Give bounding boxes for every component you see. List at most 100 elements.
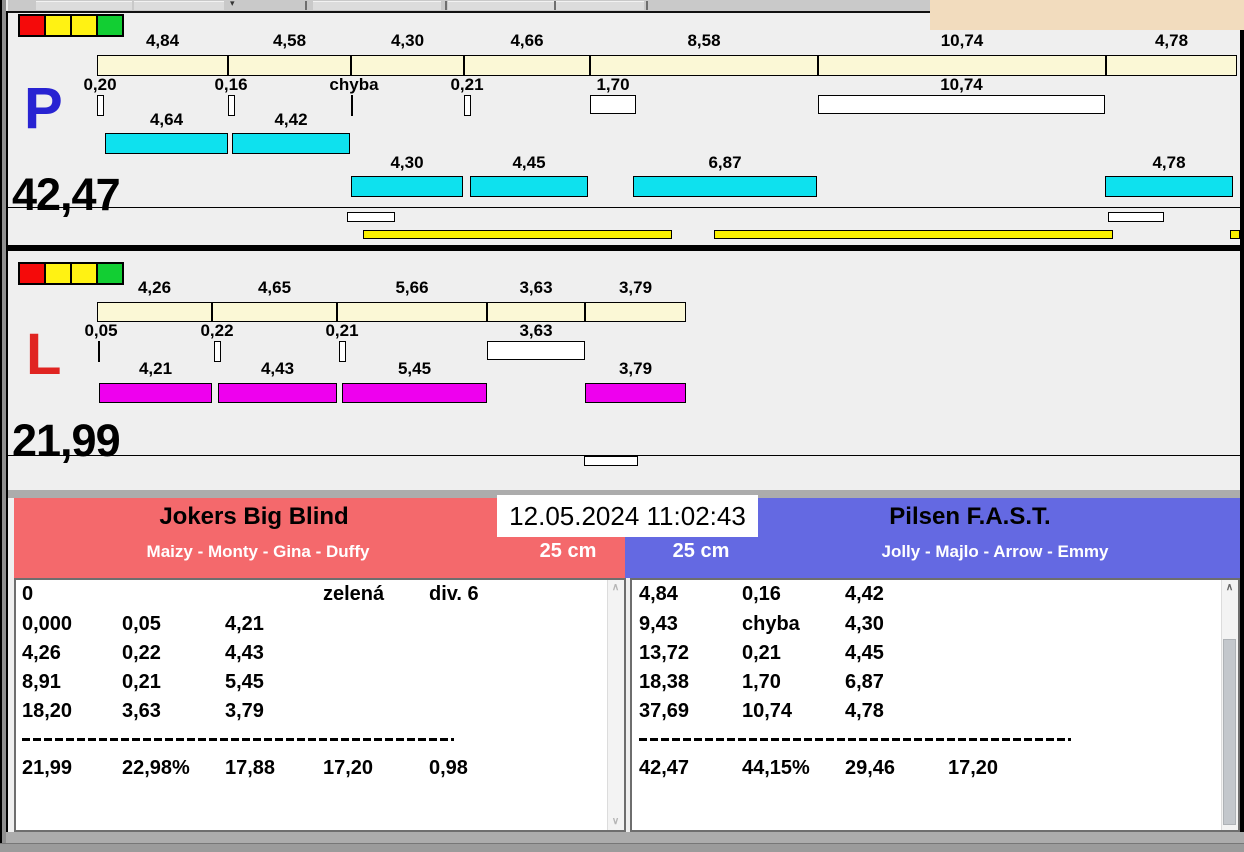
lane-P-split-segment xyxy=(464,55,590,76)
lane-P-split-label: 4,58 xyxy=(272,31,307,50)
table-cell: 3,63 xyxy=(122,700,161,722)
status-light xyxy=(18,14,46,37)
table-cell: 0,05 xyxy=(122,613,161,635)
lane-L-box-time-label: 0,22 xyxy=(200,321,234,340)
background-window-toolbar[interactable]: ▾ xyxy=(8,0,1058,11)
toolbar-tick xyxy=(554,1,556,10)
table-cell: chyba xyxy=(742,613,800,635)
table-row: 0,000 0,05 4,21 xyxy=(16,613,624,642)
table-cell: 18,38 xyxy=(639,671,690,693)
table-cell: 18,20 xyxy=(22,700,73,722)
table-cell: 0,16 xyxy=(742,583,781,605)
jump-height-badge: 25 cm xyxy=(672,540,730,562)
scroll-thumb[interactable] xyxy=(1223,639,1236,825)
results-table-left[interactable]: 0 zelená div. 6 0,000 0,05 4,21 4,26 0,22 4,43 8,… xyxy=(14,578,626,832)
lane-L-run-bar xyxy=(342,383,487,403)
lane-P-run-label: 4,45 xyxy=(512,153,546,172)
lane-L-run-bar xyxy=(218,383,337,403)
toolbar-segment xyxy=(134,1,224,10)
table-cell: 5,45 xyxy=(225,671,264,693)
totals-row: 21,99 22,98% 17,88 17,20 0,98 xyxy=(16,757,624,786)
table-row: 8,91 0,21 5,45 xyxy=(16,671,624,700)
toolbar-tick xyxy=(445,1,447,10)
lane-P-run-bar xyxy=(232,133,350,154)
table-cell: 0,21 xyxy=(122,671,161,693)
lane-L-run-label: 4,43 xyxy=(260,359,295,378)
table-row: 9,43 chyba 4,30 xyxy=(632,613,1238,642)
sensor-mark-yellow xyxy=(363,230,672,239)
lane-P-run-bar xyxy=(633,176,817,197)
lane-total-P: 42,47 xyxy=(12,169,121,220)
lane-P-box-time-label: 10,74 xyxy=(940,75,983,94)
window-border-bottom xyxy=(6,832,1244,843)
table-cell: 4,30 xyxy=(845,613,884,635)
lane-L-split-label: 4,65 xyxy=(257,278,292,297)
scroll-up-icon[interactable]: ∧ xyxy=(1222,582,1237,594)
lane-P-split-label: 4,84 xyxy=(145,31,180,50)
lane-P-run-bar xyxy=(105,133,228,154)
lane-P-run-bar xyxy=(1105,176,1233,197)
lane-P-run-bar xyxy=(351,176,463,197)
panel-top-border xyxy=(7,11,930,13)
team-dogs: Maizy - Monty - Gina - Duffy xyxy=(146,542,370,561)
lane-L-box-time-label: 0,21 xyxy=(325,321,359,340)
lane-P-split-segment xyxy=(1106,55,1237,76)
sensor-mark-white xyxy=(1108,212,1164,222)
lane-P-run-bar xyxy=(470,176,588,197)
lane-L-split-label: 3,63 xyxy=(519,278,553,297)
status-light xyxy=(44,14,72,37)
totals-row: 42,47 44,15% 29,46 17,20 xyxy=(632,757,1238,786)
lane-total-L: 21,99 xyxy=(12,415,121,466)
totals-cell: 21,99 xyxy=(22,757,73,779)
results-table-right[interactable]: 4,84 0,16 4,42 9,43 chyba 4,30 13,72 0,21 4,45 18… xyxy=(630,578,1240,832)
table-cell: 8,91 xyxy=(22,671,61,693)
lane-P-split-segment xyxy=(590,55,818,76)
chevron-down-icon[interactable]: ▾ xyxy=(230,0,235,9)
lane-L-run-label: 3,79 xyxy=(618,359,653,378)
table-row: 37,69 10,74 4,78 xyxy=(632,700,1238,729)
lane-L-split-segment xyxy=(585,302,686,322)
table-cell: 0,000 xyxy=(22,613,73,635)
lane-separator xyxy=(6,245,1244,251)
lane-P-box-time-label: 1,70 xyxy=(596,75,630,94)
table-cell: zelená xyxy=(323,583,385,605)
toolbar-tick xyxy=(305,1,307,10)
totals-cell: 22,98% xyxy=(122,757,190,779)
status-light xyxy=(70,262,98,285)
lane-P-box-tick xyxy=(818,95,1105,114)
totals-cell: 17,20 xyxy=(323,757,374,779)
lane-L-split-segment xyxy=(212,302,337,322)
table-row: 18,38 1,70 6,87 xyxy=(632,671,1238,700)
lane-P-split-label: 8,58 xyxy=(687,31,721,50)
lane-L-box-time-label: 3,63 xyxy=(519,321,553,340)
sensor-mark-yellow xyxy=(714,230,1113,239)
lane-P-box-tick xyxy=(351,95,353,116)
lane-P-split-segment xyxy=(97,55,228,76)
table-row: 18,20 3,63 3,79 xyxy=(16,700,624,729)
lane-L-split-segment xyxy=(337,302,487,322)
table-cell: 3,79 xyxy=(225,700,264,722)
scroll-up-icon[interactable]: ∧ xyxy=(608,582,623,594)
sensor-mark-white xyxy=(347,212,395,222)
table-cell: 4,45 xyxy=(845,642,884,664)
status-light xyxy=(70,14,98,37)
lane-L-box-tick xyxy=(214,341,221,362)
lane-L-run-label: 5,45 xyxy=(397,359,432,378)
team-name: Pilsen F.A.S.T. xyxy=(889,503,1051,530)
table-cell: 10,74 xyxy=(742,700,793,722)
lane-L-box-tick xyxy=(98,341,100,362)
totals-cell: 44,15% xyxy=(742,757,810,779)
jump-height-badge: 25 cm xyxy=(539,540,597,562)
vertical-scrollbar[interactable]: ∧∨ xyxy=(1221,580,1238,830)
status-lights-L xyxy=(18,262,124,285)
lane-P-run-label: 4,42 xyxy=(274,110,308,129)
table-cell: 4,42 xyxy=(845,583,884,605)
vertical-scrollbar[interactable]: ∧∨ xyxy=(607,580,624,830)
toolbar-segment xyxy=(313,1,441,10)
scroll-down-icon[interactable]: ∨ xyxy=(608,816,623,828)
lane-P-split-segment xyxy=(351,55,464,76)
toolbar-segment xyxy=(556,1,644,10)
status-lights-P xyxy=(18,14,124,37)
table-cell: 37,69 xyxy=(639,700,690,722)
totals-cell: 17,88 xyxy=(225,757,276,779)
